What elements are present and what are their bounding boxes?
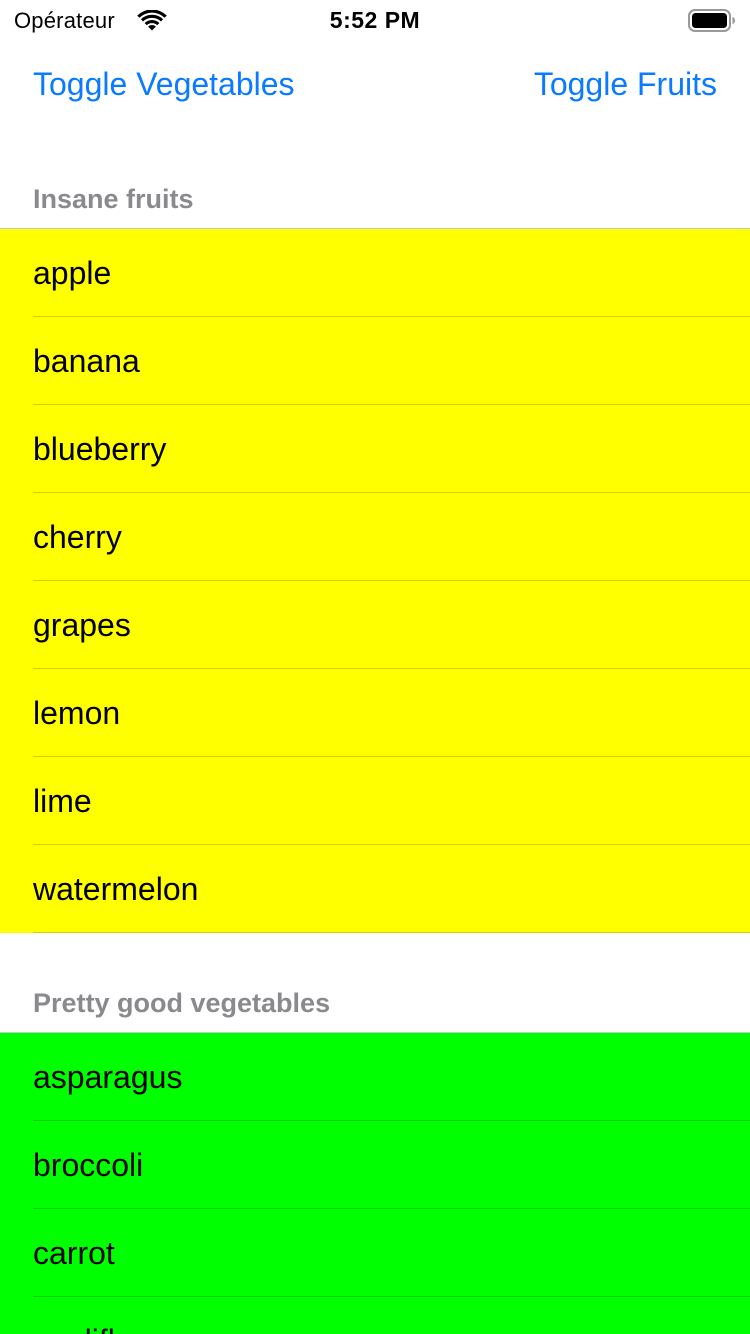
list-item-label: banana	[33, 343, 140, 379]
list-item-label: carrot	[33, 1235, 115, 1271]
list-item-label: grapes	[33, 607, 131, 643]
battery-icon	[688, 9, 735, 32]
section-header-vegetables: Pretty good vegetables	[33, 988, 331, 1018]
list-item-blueberry[interactable]: blueberry	[0, 405, 750, 493]
list-item-banana[interactable]: banana	[0, 317, 750, 405]
section-header-fruits: Insane fruits	[33, 184, 194, 214]
list-item-label: lemon	[33, 695, 121, 731]
list-item-label: broccoli	[33, 1147, 144, 1183]
list-item-cauliflower[interactable]: cauliflower	[0, 1297, 750, 1334]
toolbar: Toggle Vegetables Toggle Fruits	[0, 56, 750, 116]
list-item-broccoli[interactable]: broccoli	[0, 1121, 750, 1209]
list-item-cherry[interactable]: cherry	[0, 493, 750, 581]
list-item-label: blueberry	[33, 431, 167, 467]
list-item-carrot[interactable]: carrot	[0, 1209, 750, 1297]
list-item-apple[interactable]: apple	[0, 229, 750, 317]
row-separator	[33, 932, 750, 933]
list-item-label: lime	[33, 783, 92, 819]
list-item-label: apple	[33, 255, 112, 291]
vegetables-list: asparagus broccoli carrot cauliflower	[0, 1032, 750, 1334]
app-screen: Opérateur 5:52 PM Toggle Vegetables Togg…	[0, 0, 750, 1334]
list-item-grapes[interactable]: grapes	[0, 581, 750, 669]
list-item-label: cauliflower	[33, 1323, 184, 1334]
toggle-vegetables-button[interactable]: Toggle Vegetables	[33, 66, 295, 103]
toggle-fruits-button[interactable]: Toggle Fruits	[534, 66, 717, 103]
fruits-list: apple banana blueberry cherry grapes lemon lim…	[0, 228, 750, 933]
status-bar: Opérateur 5:52 PM	[0, 0, 750, 44]
status-time: 5:52 PM	[329, 7, 421, 33]
list-item-lemon[interactable]: lemon	[0, 669, 750, 757]
list-item-label: asparagus	[33, 1059, 183, 1095]
list-item-lime[interactable]: lime	[0, 757, 750, 845]
list-item-label: watermelon	[33, 871, 199, 907]
list-item-watermelon[interactable]: watermelon	[0, 845, 750, 933]
list-item-asparagus[interactable]: asparagus	[0, 1033, 750, 1121]
list-item-label: cherry	[33, 519, 122, 555]
